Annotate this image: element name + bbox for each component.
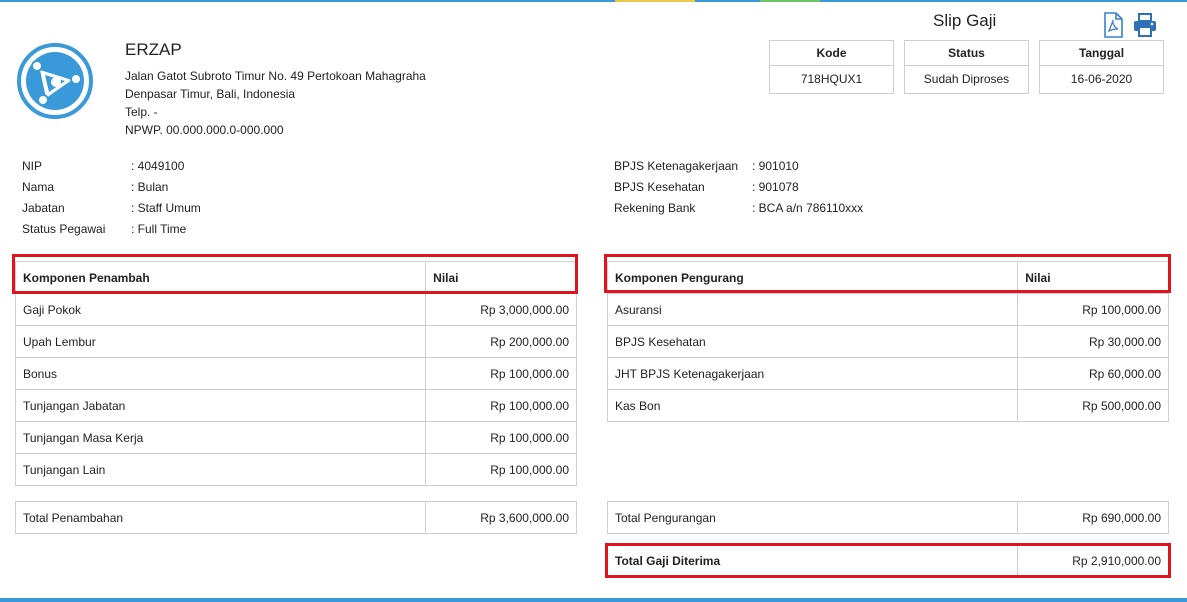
field-label: NIP xyxy=(22,159,43,173)
highlight-net-salary xyxy=(605,543,1171,578)
kode-box: Kode 718HQUX1 xyxy=(769,40,894,94)
pdf-export-button[interactable] xyxy=(1101,12,1125,38)
total-penambahan-table: Total Penambahan Rp 3,600,000.00 xyxy=(14,501,577,534)
status-value: Sudah Diproses xyxy=(923,72,1010,86)
page-title: Slip Gaji xyxy=(933,11,997,30)
component-name: Kas Bon xyxy=(606,389,1019,422)
company-address-line-2: Denpasar Timur, Bali, Indonesia xyxy=(125,87,296,101)
field-value: : 4049100 xyxy=(131,159,185,173)
table-row: BPJS Kesehatan Rp 30,000.00 xyxy=(606,325,1169,358)
total-row: Total Penambahan Rp 3,600,000.00 xyxy=(14,501,577,534)
component-value: Rp 100,000.00 xyxy=(425,357,577,390)
component-name: Tunjangan Lain xyxy=(14,453,427,486)
field-label: Jabatan xyxy=(22,201,65,215)
total-pengurangan-table: Total Pengurangan Rp 690,000.00 xyxy=(606,501,1169,534)
component-name: Upah Lembur xyxy=(14,325,427,358)
employee-info-right: BPJS Ketenagakerjaan : 901010 BPJS Keseh… xyxy=(614,156,974,219)
total-value: Rp 690,000.00 xyxy=(1017,501,1169,534)
component-name: Tunjangan Masa Kerja xyxy=(14,421,427,454)
employee-field-bpjs-ketenagakerjaan: BPJS Ketenagakerjaan : 901010 xyxy=(614,156,974,177)
field-label: BPJS Ketenagakerjaan xyxy=(614,159,739,173)
table-row: Bonus Rp 100,000.00 xyxy=(14,357,577,390)
field-value: : 901010 xyxy=(752,159,799,173)
component-name: Gaji Pokok xyxy=(14,293,427,326)
component-name: Tunjangan Jabatan xyxy=(14,389,427,422)
component-value: Rp 60,000.00 xyxy=(1017,357,1169,390)
employee-info-left: NIP : 4049100 Nama : Bulan Jabatan : Sta… xyxy=(22,156,322,240)
total-value: Rp 3,600,000.00 xyxy=(425,501,577,534)
component-name: BPJS Kesehatan xyxy=(606,325,1019,358)
field-label: Nama xyxy=(22,180,55,194)
component-name: JHT BPJS Ketenagakerjaan xyxy=(606,357,1019,390)
tanggal-box: Tanggal 16-06-2020 xyxy=(1039,40,1164,94)
employee-field-jabatan: Jabatan : Staff Umum xyxy=(22,198,322,219)
table-row: Upah Lembur Rp 200,000.00 xyxy=(14,325,577,358)
table-row: Kas Bon Rp 500,000.00 xyxy=(606,389,1169,422)
employee-field-rekening-bank: Rekening Bank : BCA a/n 786110xxx xyxy=(614,198,974,219)
table-row: Tunjangan Jabatan Rp 100,000.00 xyxy=(14,389,577,422)
field-value: : BCA a/n 786110xxx xyxy=(752,201,864,215)
component-name: Bonus xyxy=(14,357,427,390)
component-name: Asuransi xyxy=(606,293,1019,326)
table-row: Tunjangan Masa Kerja Rp 100,000.00 xyxy=(14,421,577,454)
component-value: Rp 500,000.00 xyxy=(1017,389,1169,422)
status-box: Status Sudah Diproses xyxy=(904,40,1029,94)
bottom-accent-bar xyxy=(0,598,1187,602)
field-label: BPJS Kesehatan xyxy=(614,180,705,194)
field-label: Status Pegawai xyxy=(22,222,106,236)
company-name: ERZAP xyxy=(125,40,182,59)
employee-field-nama: Nama : Bulan xyxy=(22,177,322,198)
field-value: : Staff Umum xyxy=(131,201,201,215)
component-value: Rp 100,000.00 xyxy=(425,389,577,422)
component-value: Rp 100,000.00 xyxy=(425,453,577,486)
total-row: Total Pengurangan Rp 690,000.00 xyxy=(606,501,1169,534)
company-logo xyxy=(17,43,93,119)
employee-field-status-pegawai: Status Pegawai : Full Time xyxy=(22,219,322,240)
company-info: ERZAP Jalan Gatot Subroto Timur No. 49 P… xyxy=(125,40,426,139)
tanggal-label: Tanggal xyxy=(1040,41,1163,66)
print-button[interactable] xyxy=(1132,12,1158,38)
field-value: : Full Time xyxy=(131,222,187,236)
employee-field-nip: NIP : 4049100 xyxy=(22,156,322,177)
table-row: JHT BPJS Ketenagakerjaan Rp 60,000.00 xyxy=(606,357,1169,390)
table-row: Asuransi Rp 100,000.00 xyxy=(606,293,1169,326)
kode-label: Kode xyxy=(770,41,893,66)
component-value: Rp 3,000,000.00 xyxy=(425,293,577,326)
company-address-line-1: Jalan Gatot Subroto Timur No. 49 Pertoko… xyxy=(125,69,426,83)
component-value: Rp 100,000.00 xyxy=(1017,293,1169,326)
total-label: Total Pengurangan xyxy=(606,501,1019,534)
field-value: : Bulan xyxy=(131,180,169,194)
field-value: : 901078 xyxy=(752,180,799,194)
component-value: Rp 100,000.00 xyxy=(425,421,577,454)
company-npwp: NPWP. 00.000.000.0-000.000 xyxy=(125,123,284,137)
total-label: Total Penambahan xyxy=(14,501,427,534)
company-phone: Telp. - xyxy=(125,105,158,119)
field-label: Rekening Bank xyxy=(614,201,696,215)
component-value: Rp 30,000.00 xyxy=(1017,325,1169,358)
printer-icon xyxy=(1134,13,1156,37)
component-value: Rp 200,000.00 xyxy=(425,325,577,358)
table-row: Tunjangan Lain Rp 100,000.00 xyxy=(14,453,577,486)
status-label: Status xyxy=(905,41,1028,66)
tanggal-value: 16-06-2020 xyxy=(1070,72,1133,86)
penambah-table: Komponen Penambah Nilai Gaji Pokok Rp 3,… xyxy=(14,261,577,486)
kode-value: 718HQUX1 xyxy=(800,72,863,86)
table-row: Gaji Pokok Rp 3,000,000.00 xyxy=(14,293,577,326)
highlight-penambah-header xyxy=(12,254,578,294)
highlight-pengurang-header xyxy=(604,254,1171,293)
pdf-icon xyxy=(1104,12,1123,38)
top-accent-bar xyxy=(0,0,1187,2)
employee-field-bpjs-kesehatan: BPJS Kesehatan : 901078 xyxy=(614,177,974,198)
